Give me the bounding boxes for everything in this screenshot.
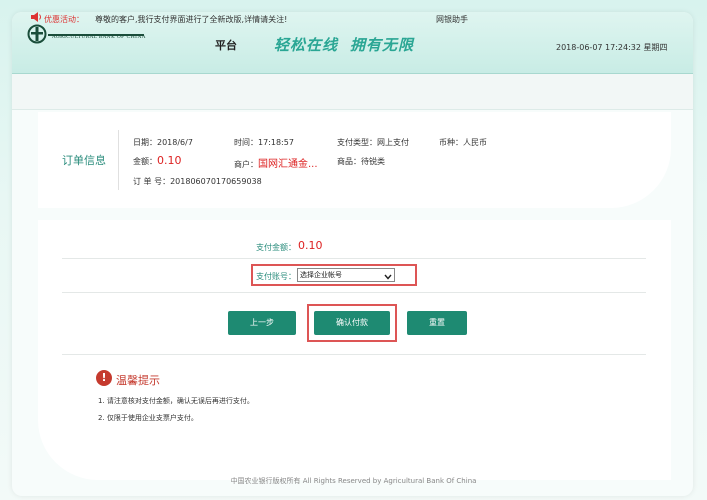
pay-account-label: 支付账号： [256,272,296,281]
account-select[interactable]: 选择企业帐号 [297,268,395,282]
confirm-payment-button[interactable]: 确认付款 [314,311,390,335]
chevron-down-icon [384,272,392,284]
order-info-title: 订单信息 [62,154,106,167]
order-divider [118,130,119,190]
order-merchant: 商户：国网汇通金... [234,159,318,170]
tip-line-1: 1. 请注意核对支付金额，确认无误后再进行支付。 [98,397,254,405]
slogan-part-1: 轻松在线 [274,36,339,54]
order-amount: 金额：0.10 [133,154,182,167]
footer-copyright: 中国农业银行版权所有 All Rights Reserved by Agricu… [230,477,477,485]
current-datetime: 2018-06-07 17:24:32 星期四 [556,43,668,52]
prev-step-button[interactable]: 上一步 [228,311,296,335]
account-select-value: 选择企业帐号 [300,271,342,279]
pay-amount-label: 支付金额： [256,243,296,252]
order-number: 订 单 号：201806070170659038 [133,177,262,186]
slogan-part-2: 拥有无限 [350,36,415,54]
notice-text[interactable]: 尊敬的客户,我行支付界面进行了全新改版,详情请关注! [95,14,287,25]
divider-2 [62,292,646,293]
tip-line-2: 2. 仅限于使用企业支票户支付。 [98,414,198,422]
order-date: 日期：2018/6/7 [133,138,193,147]
abc-logo-icon [26,24,48,44]
order-currency: 币种：人民币 [439,138,487,147]
bank-logo: AGRICULTURAL BANK OF CHINA [26,22,146,46]
slogan: 轻松在线 拥有无限 [274,34,414,55]
notice-bar [12,74,693,110]
divider-3 [62,354,646,355]
reset-button[interactable]: 重置 [407,311,467,335]
speaker-icon [30,11,42,26]
order-pay-type: 支付类型：网上支付 [337,138,409,147]
notice-label: 优惠活动： [44,15,84,24]
divider-1 [62,258,646,259]
logo-underline [48,34,144,36]
pay-amount-value: 0.10 [298,239,323,252]
platform-label: 平台 [215,39,237,52]
info-icon: ! [96,370,112,386]
payment-panel [38,220,671,480]
order-time: 时间：17:18:57 [234,138,294,147]
tips-title: 温馨提示 [116,374,160,387]
online-banking-helper-link[interactable]: 网银助手 [436,14,468,25]
order-goods: 商品：待锐类 [337,157,385,166]
